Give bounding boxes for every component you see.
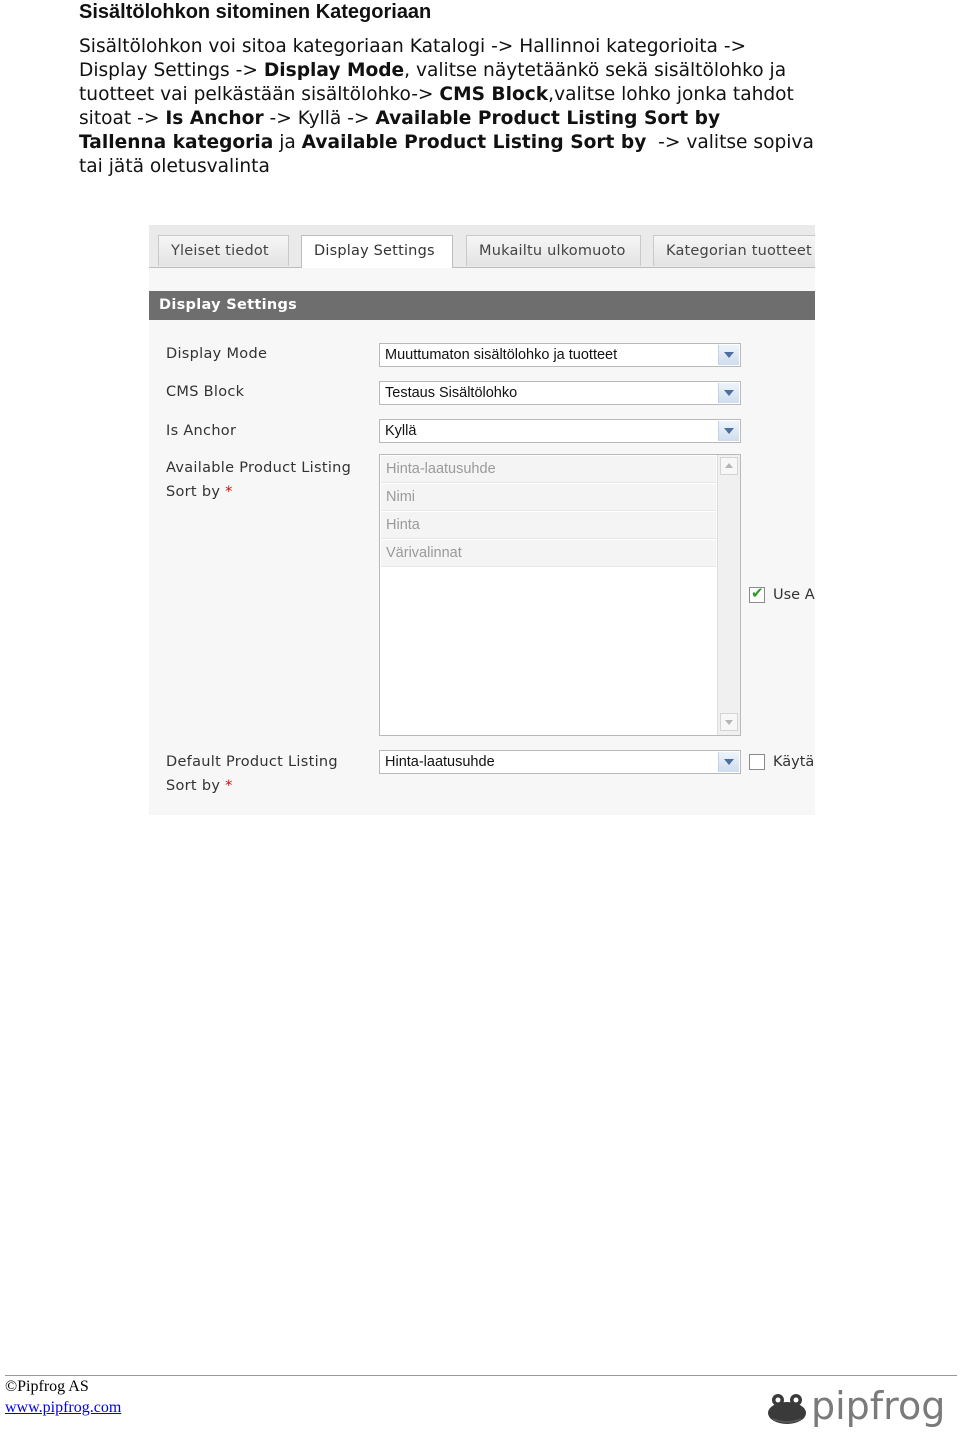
tab-category-products[interactable]: Kategorian tuotteet: [653, 235, 815, 266]
chevron-down-icon[interactable]: [718, 345, 739, 365]
is-anchor-label: Is Anchor: [166, 423, 237, 439]
chevron-down-icon[interactable]: [718, 383, 739, 403]
list-item[interactable]: Hinta: [381, 512, 716, 539]
para-text: tai jätä oletusvalinta: [79, 156, 270, 177]
list-item[interactable]: Nimi: [381, 484, 716, 511]
para-text: -> valitse sopiva: [646, 132, 814, 153]
display-mode-select[interactable]: Muuttumaton sisältölohko ja tuotteet: [379, 343, 741, 367]
para-text: sitoat ->: [79, 108, 166, 129]
use-config-label: Käytä: [773, 754, 815, 770]
para-line-2: Display Settings -> Display Mode, valits…: [79, 59, 899, 83]
para-text: -> Kyllä ->: [263, 108, 376, 129]
label-line: Default Product Listing: [166, 754, 338, 770]
cms-block-label: CMS Block: [166, 384, 245, 400]
pipfrog-logo: pipfrog: [768, 1384, 945, 1428]
para-text: tuotteet vai pelkästään sisältölohko->: [79, 84, 440, 105]
tab-bar: Yleiset tiedot Display Settings Mukailtu…: [149, 225, 815, 268]
available-sort-label: Available Product Listing Sort by *: [166, 456, 351, 504]
list-item[interactable]: Hinta-laatusuhde: [381, 456, 716, 483]
admin-screenshot: Yleiset tiedot Display Settings Mukailtu…: [149, 225, 815, 815]
list-item[interactable]: Värivalinnat: [381, 540, 716, 567]
tab-custom-design[interactable]: Mukailtu ulkomuoto: [466, 235, 641, 266]
label-text: Sort by: [166, 484, 221, 500]
chevron-down-icon[interactable]: [718, 421, 739, 441]
para-bold: Available Product Listing Sort by: [301, 132, 647, 153]
label-line: Sort by *: [166, 480, 351, 504]
footer-divider: [5, 1375, 957, 1376]
tab-general[interactable]: Yleiset tiedot: [158, 235, 289, 266]
document-heading: Sisältölohkon sitominen Kategoriaan: [79, 1, 432, 23]
use-config-checkbox[interactable]: [749, 754, 765, 770]
para-bold: Available Product Listing Sort by: [375, 108, 721, 129]
footer-copyright: ©Pipfrog AS: [5, 1378, 89, 1395]
para-text: , valitse näytetäänkö sekä sisältölohko …: [404, 60, 787, 81]
frog-icon: [768, 1394, 806, 1424]
scroll-up-icon[interactable]: [720, 457, 738, 475]
section-title: Display Settings: [149, 291, 815, 320]
display-mode-label: Display Mode: [166, 346, 268, 362]
listbox-scrollbar[interactable]: [717, 455, 740, 735]
para-line-6: tai jätä oletusvalinta: [79, 155, 899, 179]
label-line: Sort by *: [166, 774, 338, 798]
para-bold: Tallenna kategoria: [79, 132, 274, 153]
use-all-checkbox[interactable]: [749, 584, 765, 603]
para-line-5: Tallenna kategoria ja Available Product …: [79, 131, 899, 155]
scroll-down-icon[interactable]: [720, 713, 738, 731]
para-text: ,valitse lohko jonka tahdot: [548, 84, 794, 105]
default-sort-value: Hinta-laatusuhde: [385, 754, 495, 770]
use-all-label: Use A: [773, 587, 815, 603]
cms-block-value: Testaus Sisältölohko: [385, 385, 518, 401]
para-text: Display Settings ->: [79, 60, 264, 81]
footer-link[interactable]: www.pipfrog.com: [5, 1398, 121, 1418]
available-sort-listbox[interactable]: Hinta-laatusuhde Nimi Hinta Värivalinnat: [379, 454, 741, 736]
display-mode-value: Muuttumaton sisältölohko ja tuotteet: [385, 347, 618, 363]
para-bold: Display Mode: [263, 60, 405, 81]
required-mark: *: [225, 778, 233, 794]
para-text: Sisältölohkon voi sitoa kategoriaan Kata…: [79, 36, 747, 57]
label-text: Sort by: [166, 778, 221, 794]
para-line-3: tuotteet vai pelkästään sisältölohko-> C…: [79, 83, 899, 107]
logo-wordmark: pipfrog: [811, 1384, 945, 1428]
label-line: Available Product Listing: [166, 460, 352, 476]
para-text: ja: [273, 132, 302, 153]
tab-display-settings[interactable]: Display Settings: [301, 235, 453, 268]
para-bold: Is Anchor: [165, 108, 264, 129]
default-sort-select[interactable]: Hinta-laatusuhde: [379, 750, 741, 774]
default-sort-label: Default Product Listing Sort by *: [166, 750, 338, 798]
instructions-paragraph: Sisältölohkon voi sitoa kategoriaan Kata…: [79, 35, 899, 179]
is-anchor-value: Kyllä: [385, 423, 417, 439]
para-line-1: Sisältölohkon voi sitoa kategoriaan Kata…: [79, 35, 899, 59]
para-bold: CMS Block: [439, 84, 549, 105]
cms-block-select[interactable]: Testaus Sisältölohko: [379, 381, 741, 405]
para-line-4: sitoat -> Is Anchor -> Kyllä -> Availabl…: [79, 107, 899, 131]
is-anchor-select[interactable]: Kyllä: [379, 419, 741, 443]
chevron-down-icon[interactable]: [718, 752, 739, 772]
required-mark: *: [225, 484, 233, 500]
